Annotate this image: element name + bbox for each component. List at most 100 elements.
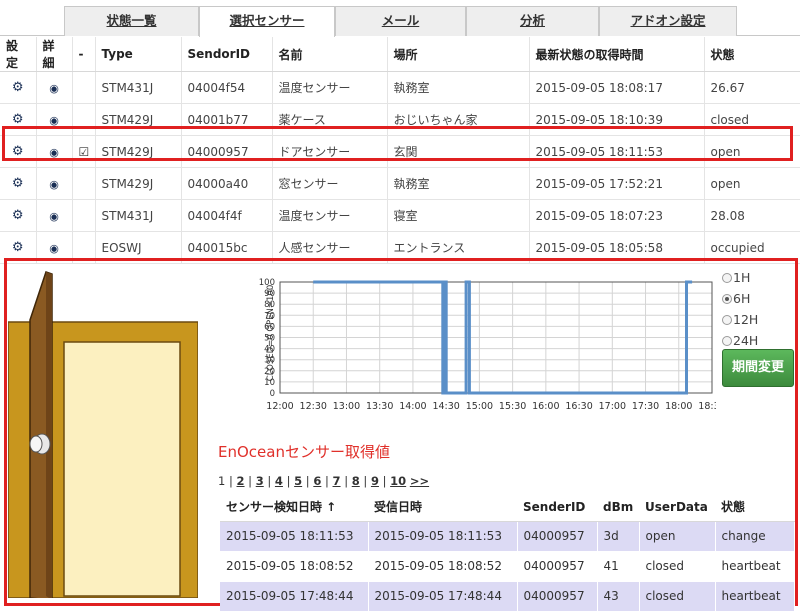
cell-reading-state: change (715, 521, 795, 552)
col-type[interactable]: Type (95, 37, 182, 72)
gauge-icon[interactable]: ◉ (49, 242, 59, 255)
radio-icon[interactable] (722, 336, 732, 346)
cell-place: 玄関 (387, 135, 530, 168)
gear-icon[interactable]: ⚙ (12, 80, 24, 95)
tab-selected-sensor[interactable]: 選択センサー (199, 6, 335, 37)
radio-icon[interactable] (722, 273, 732, 283)
cell-time: 2015-09-05 18:07:23 (529, 199, 705, 232)
cell-dbm: 41 (597, 551, 640, 582)
period-option-1h[interactable]: 1H (722, 267, 758, 288)
page-link-3[interactable]: 3 (256, 474, 264, 488)
reading-row: 2015-09-05 18:08:52 2015-09-05 18:08:52 04… (220, 551, 795, 582)
sensor-row[interactable]: ⚙ ◉ STM429J 04000a40 窓センサー 執務室 2015-09-05 17:5… (0, 167, 800, 200)
chart-x-tick-label: 12:00 (266, 401, 293, 412)
gauge-icon[interactable]: ◉ (49, 82, 59, 95)
sensor-table-header: 設定 詳細 - Type SendorID 名前 場所 最新状態の取得時間 状態 (0, 37, 800, 72)
door-open-illustration (8, 271, 198, 598)
gear-icon[interactable]: ⚙ (12, 176, 24, 191)
reading-row: 2015-09-05 18:11:53 2015-09-05 18:11:53 04… (220, 521, 795, 552)
page-link-2[interactable]: 2 (237, 474, 245, 488)
gauge-icon[interactable]: ◉ (49, 210, 59, 223)
row-details-button[interactable]: ◉ (36, 71, 73, 104)
cell-type: STM431J (95, 199, 182, 232)
row-settings-button[interactable]: ⚙ (0, 135, 37, 168)
cell-state: 26.67 (704, 71, 800, 104)
page-next-link[interactable]: >> (410, 474, 429, 488)
gear-icon[interactable]: ⚙ (12, 112, 24, 127)
sensor-row[interactable]: ⚙ ◉ ☑ STM429J 04000957 ドアセンサー 玄関 2015-09-05 18:… (0, 135, 800, 168)
tab-addon-settings[interactable]: アドオン設定 (599, 6, 737, 36)
readings-title: EnOceanセンサー取得値 (218, 443, 390, 461)
col-place[interactable]: 場所 (387, 37, 530, 72)
period-radio-group: 1H 6H 12H 24H (722, 267, 758, 351)
period-option-12h[interactable]: 12H (722, 309, 758, 330)
gauge-icon[interactable]: ◉ (49, 146, 59, 159)
page-link-6[interactable]: 6 (313, 474, 321, 488)
checkbox-checked-icon[interactable]: ☑ (79, 145, 90, 159)
chart-x-tick-label: 15:00 (466, 401, 493, 412)
cell-place: おじいちゃん家 (387, 103, 530, 136)
gear-icon[interactable]: ⚙ (12, 240, 24, 255)
gauge-icon[interactable]: ◉ (49, 178, 59, 191)
change-period-button[interactable]: 期間変更 (722, 349, 794, 387)
sensor-row[interactable]: ⚙ ◉ STM431J 04004f54 温度センサー 執務室 2015-09-05 18:… (0, 71, 800, 104)
sensor-row[interactable]: ⚙ ◉ STM429J 04001b77 薬ケース おじいちゃん家 2015-09-05 1… (0, 103, 800, 136)
col-reading-state[interactable]: 状態 (715, 493, 794, 522)
chart-x-tick-label: 15:30 (499, 401, 526, 412)
cell-state: 28.08 (704, 199, 800, 232)
page-link-5[interactable]: 5 (294, 474, 302, 488)
col-name[interactable]: 名前 (272, 37, 388, 72)
row-select-cell[interactable] (72, 103, 96, 136)
col-dbm[interactable]: dBm (597, 493, 639, 522)
page-link-4[interactable]: 4 (275, 474, 283, 488)
tab-mail[interactable]: メール (335, 6, 466, 36)
cell-receive-time: 2015-09-05 17:48:44 (368, 581, 518, 612)
tab-analysis[interactable]: 分析 (466, 6, 599, 36)
row-settings-button[interactable]: ⚙ (0, 199, 37, 232)
col-state[interactable]: 状態 (704, 37, 800, 72)
row-settings-button[interactable]: ⚙ (0, 167, 37, 200)
tab-status-list[interactable]: 状態一覧 (64, 6, 199, 36)
cell-time: 2015-09-05 18:11:53 (529, 135, 705, 168)
page-link-9[interactable]: 9 (371, 474, 379, 488)
reading-row: 2015-09-05 17:48:44 2015-09-05 17:48:44 04… (220, 581, 795, 612)
cell-detect-time: 2015-09-05 18:11:53 (220, 521, 369, 552)
radio-checked-icon[interactable] (722, 294, 732, 304)
row-details-button[interactable]: ◉ (36, 199, 73, 232)
row-details-button[interactable]: ◉ (36, 167, 73, 200)
col-sender-id[interactable]: SenderID (517, 493, 597, 522)
gauge-icon[interactable]: ◉ (49, 114, 59, 127)
row-settings-button[interactable]: ⚙ (0, 71, 37, 104)
gear-icon[interactable]: ⚙ (12, 144, 24, 159)
row-details-button[interactable]: ◉ (36, 103, 73, 136)
gear-icon[interactable]: ⚙ (12, 208, 24, 223)
col-sensor-id[interactable]: SendorID (181, 37, 273, 72)
cell-user-data: open (639, 521, 716, 552)
page-link-8[interactable]: 8 (352, 474, 360, 488)
chart-x-tick-label: 12:30 (300, 401, 327, 412)
col-detect-time[interactable]: センサー検知日時 ↑ (220, 493, 368, 522)
period-option-24h[interactable]: 24H (722, 330, 758, 351)
col-user-data[interactable]: UserData (639, 493, 715, 522)
row-select-cell[interactable] (72, 199, 96, 232)
col-last-time[interactable]: 最新状態の取得時間 (529, 37, 705, 72)
sensor-row[interactable]: ⚙ ◉ STM431J 04004f4f 温度センサー 寝室 2015-09-05 18:0… (0, 199, 800, 232)
cell-reading-state: heartbeat (715, 581, 795, 612)
radio-icon[interactable] (722, 315, 732, 325)
period-option-6h[interactable]: 6H (722, 288, 758, 309)
cell-time: 2015-09-05 17:52:21 (529, 167, 705, 200)
col-receive-time[interactable]: 受信日時 (368, 493, 517, 522)
pagination: 1 | 2 | 3 | 4 | 5 | 6 | 7 | 8 | 9 | 10 >… (218, 474, 430, 488)
row-select-cell[interactable]: ☑ (72, 135, 96, 168)
page-link-7[interactable]: 7 (333, 474, 341, 488)
col-settings: 設定 (0, 37, 37, 72)
cell-receive-time: 2015-09-05 18:08:52 (368, 551, 518, 582)
row-select-cell[interactable] (72, 71, 96, 104)
row-details-button[interactable]: ◉ (36, 135, 73, 168)
cell-sensor-id: 04001b77 (181, 103, 273, 136)
cell-time: 2015-09-05 18:08:17 (529, 71, 705, 104)
page-link-10[interactable]: 10 (390, 474, 406, 488)
cell-place: 寝室 (387, 199, 530, 232)
row-select-cell[interactable] (72, 167, 96, 200)
row-settings-button[interactable]: ⚙ (0, 103, 37, 136)
